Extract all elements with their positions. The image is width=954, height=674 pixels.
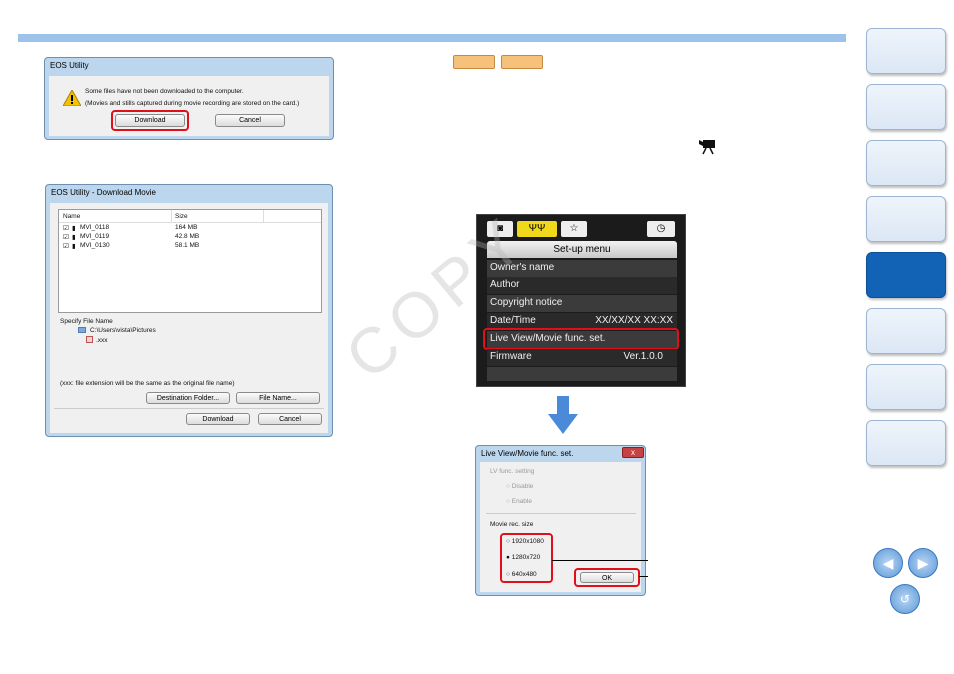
nav-tab-7[interactable] [866,364,946,410]
movie-icon: ▮ [72,234,76,241]
download-button[interactable]: Download [186,413,250,425]
highlight-outline [111,110,189,131]
file-size: 164 MB [175,224,198,231]
movie-icon [699,140,715,155]
specify-file-name-label: Specify File Name [60,318,113,325]
menu-item-author[interactable]: Author [487,277,677,294]
nav-tab-4[interactable] [866,196,946,242]
nav-tab-5[interactable] [866,252,946,298]
dialog-body: LV func. setting ○ Disable ○ Enable Movi… [480,462,641,592]
checkbox[interactable]: ☑ [63,224,69,232]
dialog-title: EOS Utility [50,61,89,70]
file-size: 42.8 MB [175,233,200,240]
mymenu-tab-icon[interactable]: ☆ [561,221,587,237]
checkbox[interactable]: ☑ [63,242,69,250]
previous-page-icon[interactable]: ◀ [873,548,903,578]
top-bar [18,34,846,42]
movie-icon: ▮ [72,243,76,250]
tag-button-2 [501,55,543,69]
movie-group-label: Movie rec. size [490,521,534,528]
menu-item-empty [487,367,677,381]
radio-disable[interactable]: ○ Disable [506,483,533,490]
highlight-outline [500,533,553,583]
warning-icon [63,90,81,106]
file-name: MVI_0118 [80,224,110,231]
down-arrow-icon [548,396,578,434]
tag-button-1 [453,55,495,69]
file-name: MVI_0119 [80,233,110,240]
nav-tab-6[interactable] [866,308,946,354]
live-view-movie-dialog: Live View/Movie func. set. x LV func. se… [475,445,646,596]
column-name: Name [63,213,81,220]
extension-note: (xxx: file extension will be the same as… [60,380,235,387]
file-list[interactable]: Name Size ☑ ▮ MVI_0118 164 MB ☑ ▮ MVI_01… [58,209,322,313]
download-movie-dialog: EOS Utility - Download Movie Name Size ☑… [45,184,333,437]
menu-item-firmware[interactable]: Firmware Ver.1.0.0 [487,349,677,366]
file-name-preview: .xxx [96,337,108,344]
checkbox[interactable]: ☑ [63,233,69,241]
file-name-button[interactable]: File Name... [236,392,320,404]
nav-tab-8[interactable] [866,420,946,466]
file-icon [86,336,93,343]
movie-icon: ▮ [72,225,76,232]
folder-path: C:\Users\vista\Pictures [90,327,156,334]
firmware-version: Ver.1.0.0 [623,351,663,362]
dialog-message-2: (Movies and stills captured during movie… [85,100,300,107]
folder-icon [78,327,86,333]
nav-tab-3[interactable] [866,140,946,186]
file-size: 58.1 MB [175,242,200,249]
dialog-body: Name Size ☑ ▮ MVI_0118 164 MB ☑ ▮ MVI_01… [50,203,328,433]
destination-folder-button[interactable]: Destination Folder... [146,392,230,404]
highlight-outline [574,568,640,587]
cancel-button[interactable]: Cancel [215,114,285,127]
cancel-button[interactable]: Cancel [258,413,322,425]
menu-item-copyright-notice[interactable]: Copyright notice [487,295,677,312]
highlight-outline [483,328,679,350]
radio-enable[interactable]: ○ Enable [506,498,532,505]
return-icon[interactable]: ↺ [890,584,920,614]
file-name: MVI_0130 [80,242,110,249]
dialog-message-1: Some files have not been downloaded to t… [85,88,244,95]
column-size: Size [175,213,188,220]
callout-line [552,560,648,561]
nav-tab-1[interactable] [866,28,946,74]
close-button[interactable]: x [622,447,644,458]
lv-group-label: LV func. setting [490,468,535,475]
dialog-title: Live View/Movie func. set. [481,449,574,458]
dialog-title: EOS Utility - Download Movie [51,188,156,197]
nav-tab-2[interactable] [866,84,946,130]
date-time-value: XX/XX/XX XX:XX [595,315,673,326]
eos-utility-dialog: EOS Utility Some files have not been dow… [44,57,334,140]
timer-tab-icon[interactable]: ◷ [647,221,675,237]
callout-line [639,576,648,577]
next-page-icon[interactable]: ▶ [908,548,938,578]
dialog-body: Some files have not been downloaded to t… [49,76,329,136]
